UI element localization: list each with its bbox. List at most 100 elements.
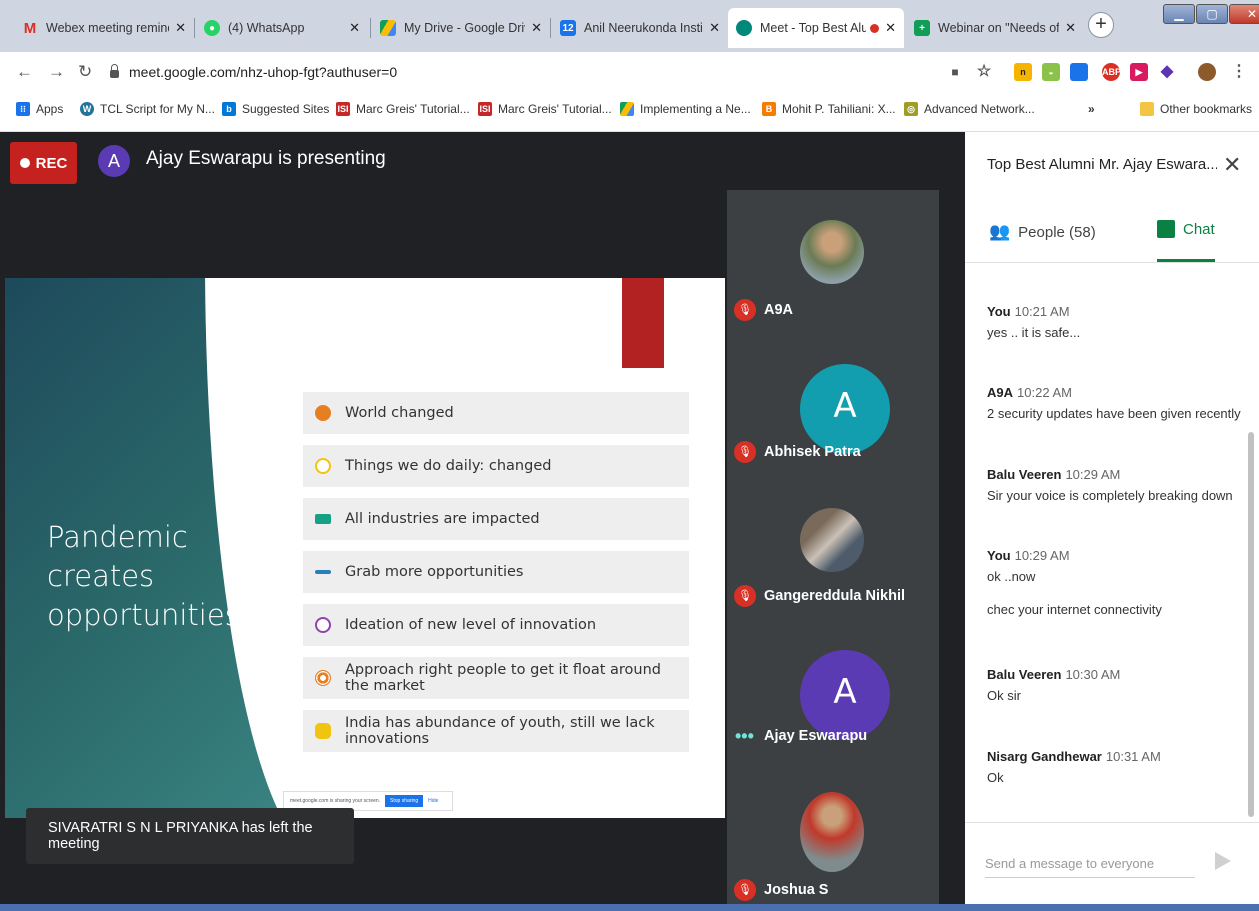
close-tab-icon[interactable]: ✕	[531, 20, 542, 36]
forward-icon[interactable]: →	[48, 62, 65, 82]
minimize-button[interactable]: ▁	[1163, 4, 1195, 24]
extension-icon[interactable]: n	[1014, 63, 1032, 81]
recording-indicator-icon	[870, 23, 880, 33]
bullet-text: World changed	[345, 405, 454, 421]
reload-icon[interactable]: ↻	[78, 62, 92, 82]
adblock-icon[interactable]: ABP	[1102, 63, 1121, 81]
extension-icon[interactable]	[1070, 63, 1088, 81]
tab-title: My Drive - Google Drive	[404, 21, 526, 35]
close-panel-icon[interactable]: ✕	[1223, 152, 1241, 178]
meet-icon	[736, 20, 752, 36]
participant-tile[interactable]: 🎙 Gangereddula Nikhil	[727, 478, 939, 618]
participant-tile[interactable]: A 🎙 Abhisek Patra	[727, 334, 939, 474]
message-text: ok ..now	[987, 569, 1036, 584]
bookmark-item[interactable]: Implementing a Ne...	[620, 102, 751, 116]
tab-meet[interactable]: Meet - Top Best Alu ✕	[728, 8, 904, 48]
message-sender: You	[987, 304, 1011, 319]
hide-button[interactable]: Hide	[428, 798, 438, 804]
star-icon[interactable]: ☆	[975, 63, 993, 81]
back-icon[interactable]: ←	[16, 62, 33, 82]
bookmark-apps[interactable]: ⁝⁝ Apps	[16, 102, 63, 116]
tab-chat[interactable]: Chat	[1157, 220, 1215, 238]
wordpress-icon: W	[80, 102, 94, 116]
slide-title-line: creates	[47, 559, 155, 593]
bookmark-item[interactable]: ISI Marc Greis' Tutorial...	[336, 102, 470, 116]
bookmark-label: »	[1088, 102, 1095, 116]
bookmarks-overflow-button[interactable]: »	[1088, 102, 1095, 116]
chat-message: A9A 10:22 AM 2 security updates have been…	[987, 385, 1241, 421]
close-tab-icon[interactable]: ✕	[349, 20, 360, 36]
notification-toast: SIVARATRI S N L PRIYANKA has left the me…	[26, 808, 354, 864]
message-text: Ok	[987, 770, 1004, 785]
send-icon[interactable]	[1215, 852, 1231, 870]
bookmarks-bar: ⁝⁝ Apps W TCL Script for My N... b Suggeste…	[0, 92, 1259, 132]
bookmark-item[interactable]: ISI Marc Greis' Tutorial...	[478, 102, 612, 116]
drive-icon	[620, 102, 634, 116]
message-time: 10:21 AM	[1014, 304, 1070, 319]
window-close-button[interactable]: ✕	[1229, 4, 1259, 24]
bullet-text: Grab more opportunities	[345, 564, 524, 580]
participant-tile[interactable]: A ••• Ajay Eswarapu	[727, 622, 939, 762]
drive-icon	[380, 20, 396, 36]
close-tab-icon[interactable]: ✕	[885, 20, 896, 36]
message-time: 10:29 AM	[1065, 467, 1121, 482]
bullet-text: Things we do daily: changed	[345, 458, 552, 474]
bookmark-item[interactable]: ◎ Advanced Network...	[904, 102, 1035, 116]
rec-label: REC	[35, 154, 68, 172]
extension-icon[interactable]: ◆	[1158, 63, 1176, 81]
profile-avatar[interactable]	[1198, 63, 1216, 81]
camera-icon[interactable]: ■	[946, 63, 964, 81]
chat-message: Balu Veeren 10:30 AM Ok sir	[987, 667, 1120, 703]
extension-icon[interactable]: ▶	[1130, 63, 1148, 81]
participant-photo	[800, 792, 864, 872]
participant-tile[interactable]: 🎙 A9A	[727, 190, 939, 330]
participant-avatar: A	[800, 650, 890, 740]
url-text: meet.google.com/nhz-uhop-fgt?authuser=0	[129, 64, 398, 80]
tab-calendar[interactable]: 12 Anil Neerukonda Institut ✕	[552, 8, 728, 48]
participant-tile[interactable]: 🎙 Joshua S	[727, 766, 939, 906]
participant-avatar: A	[800, 364, 890, 454]
new-tab-button[interactable]: +	[1088, 12, 1114, 38]
slide-title: Pandemic creates opportunities	[47, 518, 240, 635]
menu-dots-icon[interactable]: ⋮	[1230, 63, 1248, 81]
bookmark-label: Implementing a Ne...	[640, 102, 751, 116]
participant-name: A9A	[764, 302, 794, 318]
bullet-text: India has abundance of youth, still we l…	[345, 715, 655, 747]
bing-icon: b	[222, 102, 236, 116]
tab-webinar[interactable]: + Webinar on "Needs of t ✕	[906, 8, 1084, 48]
message-time: 10:31 AM	[1105, 749, 1161, 764]
meeting-title: Top Best Alumni Mr. Ajay Eswara...	[987, 156, 1217, 173]
blogger-icon: B	[762, 102, 776, 116]
bullet-text: Ideation of new level of innovation	[345, 617, 597, 633]
sparkle-icon	[315, 723, 331, 739]
maximize-button[interactable]: ▢	[1196, 4, 1228, 24]
stop-sharing-button[interactable]: Stop sharing	[385, 795, 424, 807]
tab-drive[interactable]: My Drive - Google Drive ✕	[372, 8, 550, 48]
lightbulb-icon	[315, 617, 331, 633]
participant-name: Joshua S	[764, 882, 829, 898]
tab-whatsapp[interactable]: ● (4) WhatsApp ✕	[196, 8, 368, 48]
bookmark-other[interactable]: Other bookmarks	[1140, 102, 1252, 116]
bookmark-item[interactable]: B Mohit P. Tahiliani: X...	[762, 102, 896, 116]
tab-webex[interactable]: M Webex meeting reminde ✕	[14, 8, 194, 48]
presenter-avatar: A	[98, 145, 130, 177]
bookmark-item[interactable]: b Suggested Sites	[222, 102, 329, 116]
recording-badge: REC	[10, 142, 77, 184]
url-bar[interactable]: meet.google.com/nhz-uhop-fgt?authuser=0	[110, 58, 930, 86]
close-tab-icon[interactable]: ✕	[175, 20, 186, 36]
bookmark-item[interactable]: W TCL Script for My N...	[80, 102, 215, 116]
bookmark-label: Suggested Sites	[242, 102, 330, 116]
extension-icon[interactable]: ◒	[1042, 63, 1060, 81]
close-tab-icon[interactable]: ✕	[709, 20, 720, 36]
close-tab-icon[interactable]: ✕	[1065, 20, 1076, 36]
slide-bullet: India has abundance of youth, still we l…	[303, 710, 689, 752]
chat-message-input[interactable]: Send a message to everyone	[985, 856, 1195, 878]
chat-scrollbar[interactable]	[1248, 432, 1254, 817]
participant-tiles: 🎙 A9A A 🎙 Abhisek Patra 🎙 Gangereddula N…	[727, 190, 939, 911]
tab-people[interactable]: 👥 People (58)	[989, 222, 1096, 242]
record-dot-icon	[19, 158, 30, 168]
os-taskbar	[0, 904, 1259, 911]
site-icon: ◎	[904, 102, 918, 116]
tab-separator	[550, 18, 551, 38]
meeting-side-panel: Top Best Alumni Mr. Ajay Eswara... ✕ 👥 P…	[965, 132, 1259, 911]
